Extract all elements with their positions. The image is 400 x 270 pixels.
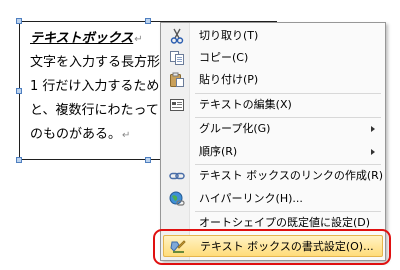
resize-handle-bottom-left[interactable] bbox=[16, 157, 22, 163]
context-menu: 切り取り(T) コピー(C) 貼り付け(P) テキストの編集(X) グループ化(… bbox=[160, 22, 386, 261]
menu-item-order[interactable]: 順序(R) bbox=[163, 141, 383, 163]
menu-item-cut[interactable]: 切り取り(T) bbox=[163, 25, 383, 47]
paragraph-mark: ↵ bbox=[122, 130, 131, 141]
resize-handle-top-center[interactable] bbox=[145, 18, 151, 24]
chain-link-icon bbox=[169, 168, 185, 184]
menu-item-label: テキストの編集(X) bbox=[199, 98, 292, 111]
menu-item-create-textbox-link[interactable]: テキスト ボックスのリンクの作成(R) bbox=[163, 165, 383, 187]
menu-item-label: 貼り付け(P) bbox=[199, 73, 259, 86]
menu-item-copy[interactable]: コピー(C) bbox=[163, 47, 383, 69]
copy-icon bbox=[169, 50, 185, 66]
resize-handle-middle-left[interactable] bbox=[16, 88, 22, 94]
paste-icon bbox=[169, 72, 185, 88]
menu-item-hyperlink[interactable]: ハイパーリンク(H)... bbox=[163, 188, 383, 210]
menu-item-label: テキスト ボックスのリンクの作成(R) bbox=[199, 169, 384, 182]
submenu-arrow-icon bbox=[371, 126, 375, 132]
menu-item-label: 順序(R) bbox=[199, 145, 238, 158]
menu-item-edit-text[interactable]: テキストの編集(X) bbox=[163, 94, 383, 116]
menu-item-label: コピー(C) bbox=[199, 51, 249, 64]
menu-item-group[interactable]: グループ化(G) bbox=[163, 118, 383, 140]
submenu-arrow-icon bbox=[371, 149, 375, 155]
menu-item-label: ハイパーリンク(H)... bbox=[199, 192, 303, 205]
resize-handle-top-left[interactable] bbox=[16, 18, 22, 24]
hyperlink-globe-icon bbox=[169, 191, 185, 207]
menu-item-label: 切り取り(T) bbox=[199, 29, 259, 42]
paragraph-mark: ↵ bbox=[134, 34, 143, 45]
menu-item-label: グループ化(G) bbox=[199, 122, 271, 135]
scissors-icon bbox=[169, 28, 185, 44]
menu-item-paste[interactable]: 貼り付け(P) bbox=[163, 69, 383, 91]
text-box-line-text: のものがある。 bbox=[30, 127, 122, 142]
annotation-highlight-frame bbox=[153, 229, 391, 265]
edit-text-icon bbox=[169, 97, 185, 113]
resize-handle-bottom-center[interactable] bbox=[145, 157, 151, 163]
text-box-title: テキストボックス bbox=[30, 31, 134, 46]
